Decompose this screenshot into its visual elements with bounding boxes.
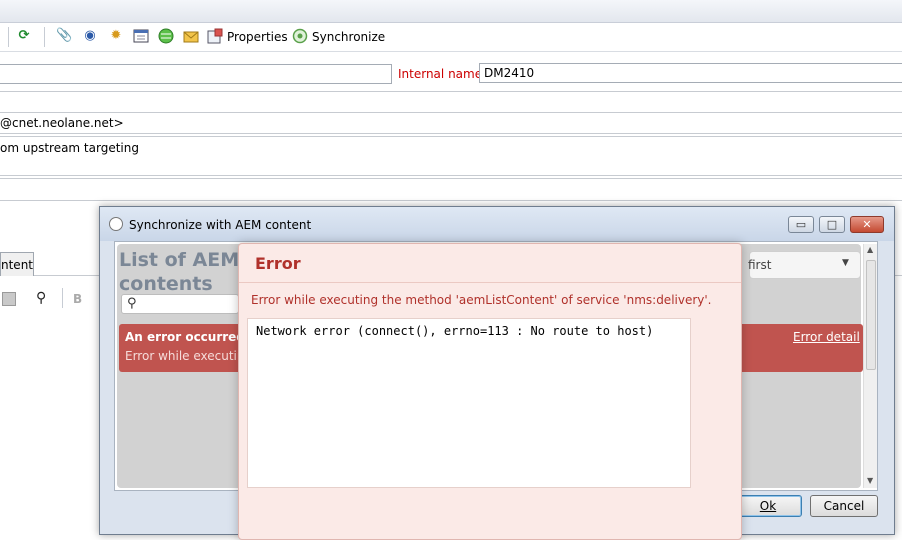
divider — [0, 133, 902, 134]
scroll-down-icon[interactable]: ▼ — [867, 476, 873, 485]
cancel-button-label: Cancel — [823, 499, 865, 513]
divider — [0, 200, 902, 201]
list-title-line2: contents — [119, 273, 213, 295]
divider — [0, 136, 902, 137]
toolbar-separator — [62, 288, 63, 308]
refresh-icon[interactable]: ⟳ — [16, 28, 32, 44]
ok-button-label: Ok — [759, 499, 777, 513]
dialog-title: Synchronize with AEM content — [129, 218, 312, 232]
mail-folder-icon[interactable] — [183, 28, 199, 44]
bold-button[interactable]: B — [73, 292, 82, 306]
sort-select-value: first — [748, 258, 772, 272]
error-detail-link[interactable]: Error detail — [793, 330, 860, 344]
properties-icon[interactable] — [207, 28, 223, 44]
divider — [0, 175, 902, 176]
maximize-button[interactable]: □ — [819, 216, 845, 233]
divider — [0, 112, 902, 113]
scroll-thumb[interactable] — [866, 260, 876, 370]
chevron-down-icon: ▼ — [842, 258, 849, 268]
tab-content-label: ntent — [1, 258, 34, 272]
sort-select[interactable]: first ▼ — [748, 251, 861, 279]
main-toolbar: ⟳ 📎 ◉ ✹ Properties Synchronize — [0, 23, 902, 52]
search-input[interactable]: ⚲ — [121, 294, 239, 314]
error-modal: Error Error while executing the method '… — [238, 243, 742, 540]
error-message: Error while executing the method 'aemLis… — [251, 293, 712, 307]
synchronize-icon[interactable] — [292, 28, 308, 44]
paste-icon[interactable] — [2, 292, 16, 306]
attachment-icon[interactable]: 📎 — [56, 28, 72, 44]
settings-sun-icon[interactable]: ✹ — [108, 28, 124, 44]
properties-button[interactable]: Properties — [227, 29, 288, 45]
toolbar-separator — [44, 27, 45, 47]
minimize-button[interactable]: ▭ — [788, 216, 814, 233]
error-detail-box[interactable]: Network error (connect(), errno=113 : No… — [247, 318, 691, 488]
divider — [0, 178, 902, 179]
binoculars-globe-icon[interactable]: ◉ — [82, 28, 98, 44]
sender-address-text[interactable]: @cnet.neolane.net> — [0, 116, 124, 130]
ok-button[interactable]: Ok — [734, 495, 802, 517]
internal-name-field[interactable]: DM2410 — [479, 63, 902, 83]
error-modal-header: Error — [239, 244, 741, 283]
internal-name-value: DM2410 — [484, 66, 535, 80]
error-banner-text: Error while executing — [125, 349, 253, 363]
search-icon: ⚲ — [127, 296, 137, 311]
scroll-up-icon[interactable]: ▲ — [867, 245, 873, 254]
calendar-icon[interactable] — [133, 28, 149, 44]
toolbar-separator — [8, 27, 9, 47]
window-top-strip — [0, 0, 902, 23]
find-binoculars-icon[interactable]: ⚲ — [36, 290, 46, 306]
app-icon — [109, 217, 123, 231]
scrollbar[interactable]: ▲ ▼ — [863, 244, 877, 488]
cancel-button[interactable]: Cancel — [810, 495, 878, 517]
divider — [0, 91, 902, 92]
close-button[interactable]: ✕ — [850, 216, 884, 233]
internal-name-label: Internal name: — [398, 67, 487, 81]
tab-content[interactable]: ntent — [0, 252, 34, 276]
dialog-titlebar: Synchronize with AEM content ▭ □ ✕ — [100, 207, 894, 241]
targeting-text[interactable]: om upstream targeting — [0, 141, 139, 155]
error-modal-title: Error — [255, 254, 301, 273]
database-icon[interactable] — [158, 28, 174, 44]
label-field[interactable] — [0, 64, 392, 84]
synchronize-button[interactable]: Synchronize — [312, 29, 385, 45]
